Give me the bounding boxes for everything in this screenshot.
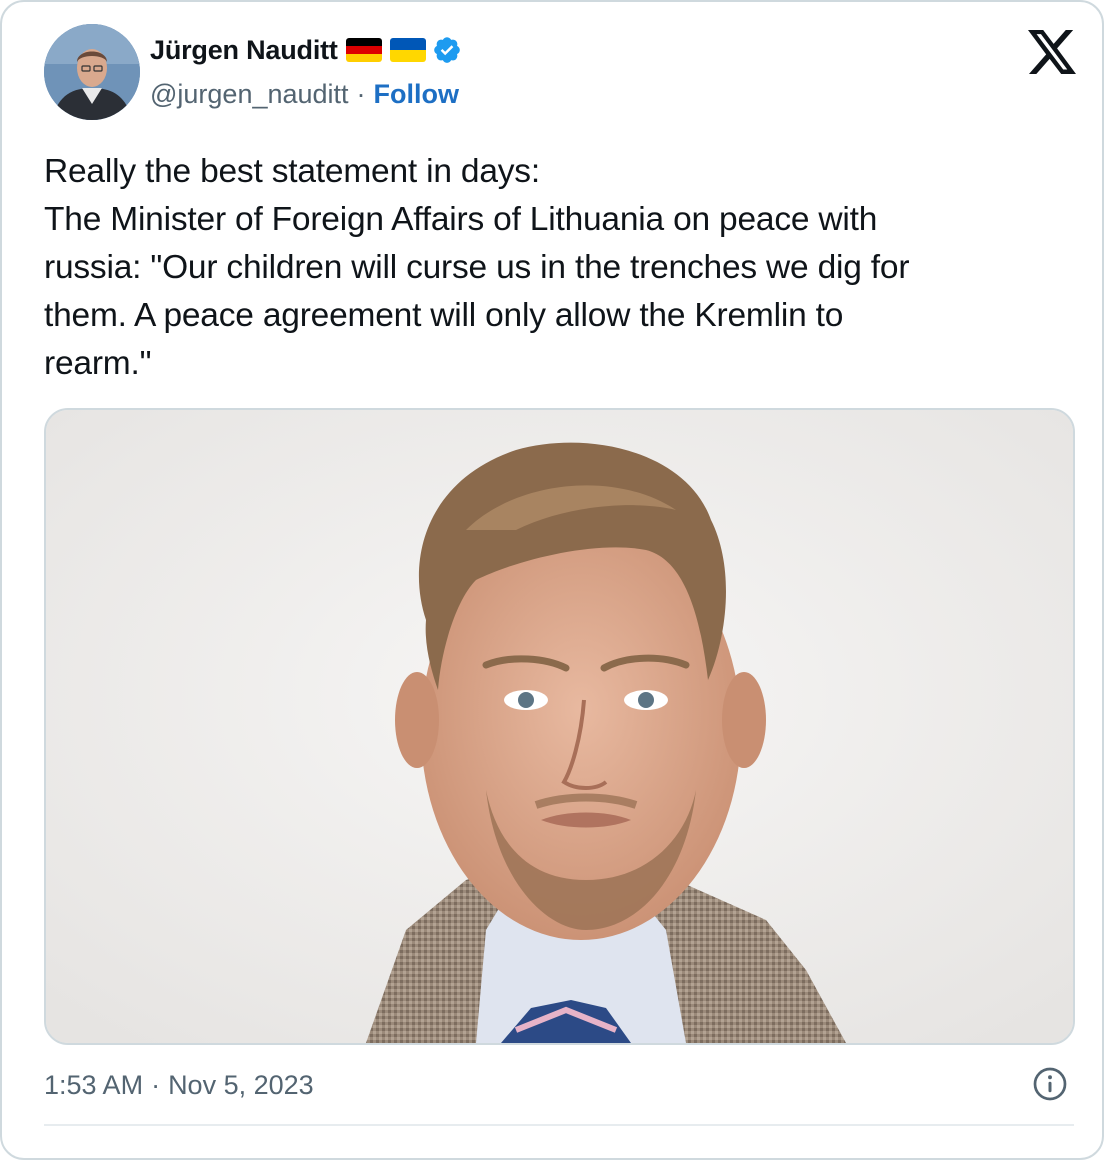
ukraine-flag-icon bbox=[389, 38, 426, 62]
tweet-text-line: Really the best statement in days: bbox=[44, 153, 540, 190]
follow-button[interactable]: Follow bbox=[374, 79, 459, 110]
verified-badge-icon bbox=[432, 35, 462, 65]
tweet-timestamp[interactable]: 1:53 AM · Nov 5, 2023 bbox=[44, 1066, 314, 1104]
footer-divider bbox=[44, 1124, 1074, 1126]
germany-flag-icon bbox=[345, 38, 382, 62]
author-handle[interactable]: @jurgen_nauditt bbox=[150, 79, 349, 110]
author-display-name[interactable]: Jürgen Nauditt bbox=[150, 35, 338, 66]
timestamp-separator: · bbox=[151, 1069, 161, 1100]
tweet-photo[interactable] bbox=[44, 408, 1075, 1045]
tweet-text-line: The Minister of Foreign Affairs of Lithu… bbox=[44, 201, 878, 238]
x-logo-icon[interactable] bbox=[1028, 30, 1076, 74]
author-avatar[interactable] bbox=[44, 24, 140, 120]
tweet-text-line: rearm." bbox=[44, 345, 152, 382]
tweet-text: Really the best statement in days: The M… bbox=[44, 148, 1084, 388]
tweet-time: 1:53 AM bbox=[44, 1069, 144, 1100]
tweet-text-line: them. A peace agreement will only allow … bbox=[44, 297, 844, 334]
tweet-card: Jürgen Nauditt @jurgen_nauditt · Follow bbox=[0, 0, 1104, 1160]
author-name-row: Jürgen Nauditt bbox=[150, 32, 462, 68]
info-icon[interactable] bbox=[1032, 1066, 1068, 1102]
tweet-text-line: russia: "Our children will curse us in t… bbox=[44, 249, 910, 286]
handle-separator: · bbox=[356, 78, 366, 109]
tweet-date: Nov 5, 2023 bbox=[168, 1069, 314, 1100]
author-handle-row: @jurgen_nauditt · Follow bbox=[150, 76, 459, 112]
